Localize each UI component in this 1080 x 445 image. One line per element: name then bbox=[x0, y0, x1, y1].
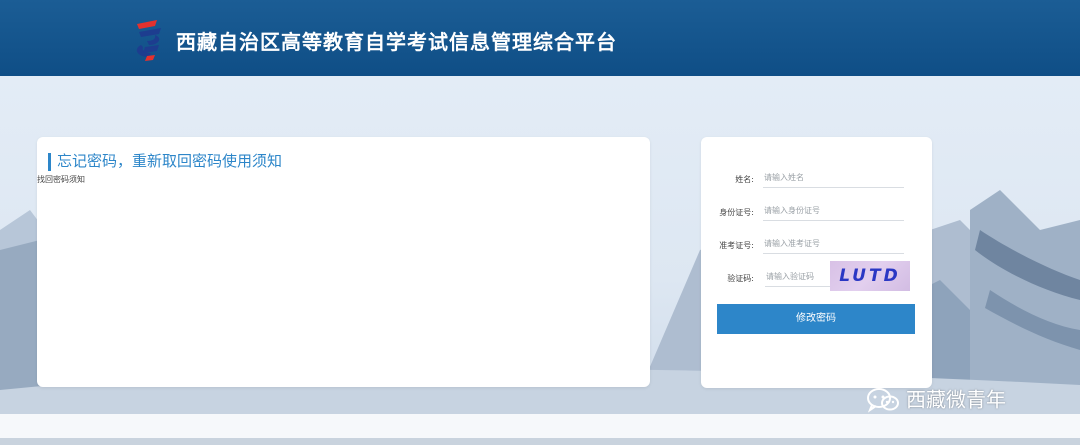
id-number-input[interactable] bbox=[763, 200, 904, 221]
notice-accent-bar bbox=[48, 153, 51, 171]
form-row-id-number: 身份证号: bbox=[701, 200, 932, 224]
watermark-text: 西藏微青年 bbox=[906, 387, 1006, 412]
captcha-label: 验证码: bbox=[727, 274, 754, 283]
exam-logo-icon bbox=[136, 20, 161, 61]
wechat-icon bbox=[867, 387, 899, 413]
site-title: 西藏自治区高等教育自学考试信息管理综合平台 bbox=[176, 30, 617, 54]
notice-subtitle: 找回密码须知 bbox=[37, 175, 85, 184]
footer-strip bbox=[0, 414, 1080, 438]
name-input[interactable] bbox=[763, 167, 904, 188]
admission-number-label: 准考证号: bbox=[719, 241, 754, 250]
admission-number-input[interactable] bbox=[763, 233, 904, 254]
form-row-captcha: 验证码: LUTD bbox=[701, 261, 932, 291]
wechat-watermark: 西藏微青年 bbox=[866, 383, 1006, 413]
captcha-image[interactable]: LUTD bbox=[830, 261, 910, 291]
reset-password-form: 姓名: 身份证号: 准考证号: 验证码: LUTD 修改密码 bbox=[701, 137, 932, 388]
captcha-input[interactable] bbox=[765, 266, 830, 287]
form-row-name: 姓名: bbox=[701, 167, 932, 191]
name-label: 姓名: bbox=[735, 175, 754, 184]
form-row-admission-number: 准考证号: bbox=[701, 233, 932, 257]
change-password-button[interactable]: 修改密码 bbox=[717, 304, 915, 334]
header-bar: 西藏自治区高等教育自学考试信息管理综合平台 bbox=[0, 0, 1080, 76]
id-number-label: 身份证号: bbox=[719, 208, 754, 217]
footer-edge bbox=[0, 438, 1080, 445]
notice-title: 忘记密码，重新取回密码使用须知 bbox=[57, 152, 283, 170]
notice-panel: 忘记密码，重新取回密码使用须知 找回密码须知 bbox=[37, 137, 650, 387]
